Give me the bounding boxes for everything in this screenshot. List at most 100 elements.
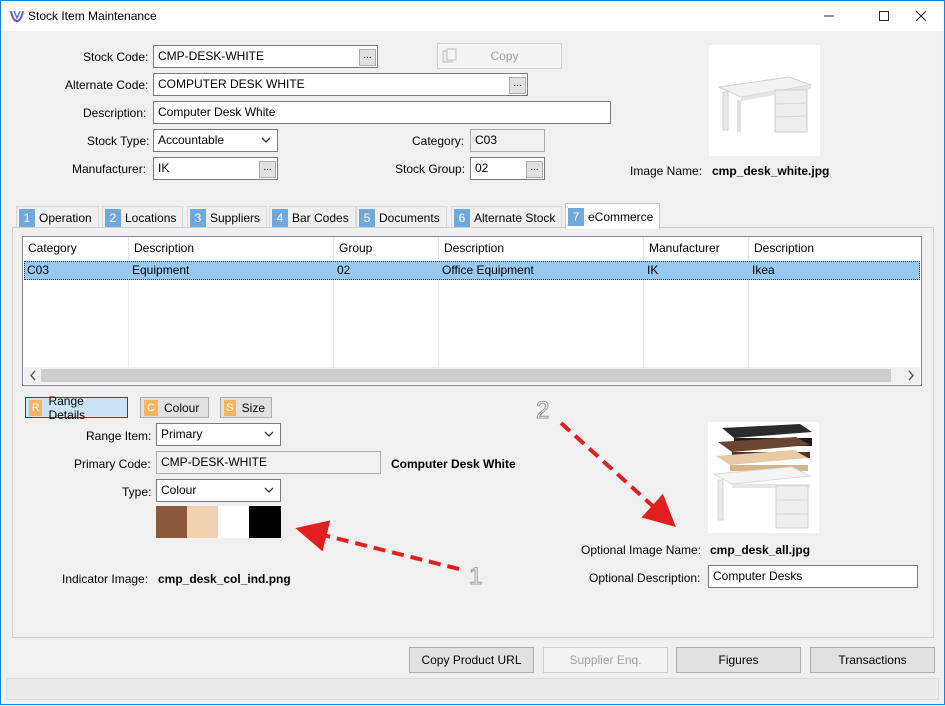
tab-bar-codes[interactable]: 4 Bar Codes [269, 206, 356, 228]
indicator-image-label: Indicator Image: [62, 572, 149, 586]
stock-code-label: Stock Code: [83, 50, 149, 64]
tab-label: Documents [379, 210, 440, 225]
tab-number: 2 [105, 208, 121, 227]
status-bar [6, 678, 939, 700]
tab-label: Bar Codes [292, 210, 349, 225]
description-label: Description: [83, 106, 147, 120]
colour-swatch-white [218, 506, 249, 538]
stock-code-lookup-button[interactable]: ... [359, 49, 376, 66]
grid-header-category[interactable]: Category [23, 237, 129, 259]
white-desk-image [717, 76, 813, 133]
chevron-down-icon [261, 137, 271, 143]
product-image [709, 45, 820, 156]
category-grid[interactable]: Category Description Group Description M… [22, 236, 922, 386]
stock-type-select[interactable]: Accountable [153, 129, 278, 152]
range-details-button[interactable]: R Range Details [25, 394, 128, 422]
transactions-button[interactable]: Transactions [810, 647, 935, 673]
tab-number: 6 [454, 208, 470, 227]
alternate-code-label: Alternate Code: [65, 78, 149, 92]
grid-header-manufacturer[interactable]: Manufacturer [644, 237, 749, 259]
colour-label: Colour [164, 400, 200, 415]
tab-number: 3 [190, 208, 206, 227]
optional-description-field[interactable]: Computer Desks [708, 565, 918, 588]
grid-header-manufacturer-description[interactable]: Description [749, 237, 921, 259]
tab-alternate-stock[interactable]: 6 Alternate Stock [451, 206, 563, 228]
primary-description: Computer Desk White [391, 457, 516, 471]
table-cell: Equipment [132, 263, 190, 277]
tab-locations[interactable]: 2 Locations [102, 206, 184, 228]
alternate-code-field[interactable]: COMPUTER DESK WHITE [153, 73, 528, 96]
image-name-value: cmp_desk_white.jpg [712, 164, 830, 178]
supplier-enquiry-button[interactable]: Supplier Enq. [543, 647, 668, 673]
description-field[interactable]: Computer Desk White [153, 101, 611, 124]
stock-code-field[interactable]: CMP-DESK-WHITE [153, 45, 378, 68]
optional-image [708, 422, 819, 533]
primary-code-field: CMP-DESK-WHITE [156, 451, 381, 474]
type-label: Type: [122, 485, 152, 499]
tab-suppliers[interactable]: 3 Suppliers [187, 206, 268, 228]
manufacturer-lookup-button[interactable]: ... [259, 161, 276, 178]
range-details-label: Range Details [48, 393, 86, 422]
tab-label: Alternate Stock [474, 210, 556, 225]
size-label: Size [241, 400, 265, 415]
table-cell: Office Equipment [442, 263, 534, 277]
table-cell: IK [647, 263, 659, 277]
stock-type-value: Accountable [158, 133, 225, 147]
tab-number: 7 [568, 207, 584, 226]
alternate-code-lookup-button[interactable]: ... [509, 77, 526, 94]
stock-type-label: Stock Type: [87, 134, 150, 148]
size-button[interactable]: S Size [220, 397, 272, 418]
tab-ecommerce[interactable]: 7 eCommerce [565, 203, 661, 229]
indicator-image-value: cmp_desk_col_ind.png [158, 572, 291, 586]
range-details-letter: R [29, 399, 43, 416]
table-cell: 02 [337, 263, 351, 277]
chevron-down-icon [264, 487, 274, 493]
tab-number: 1 [19, 208, 35, 227]
minimize-button[interactable] [806, 1, 852, 31]
tab-label: Operation [39, 210, 92, 225]
tab-label: Suppliers [210, 210, 261, 225]
table-cell: Ikea [752, 263, 775, 277]
manufacturer-label: Manufacturer: [72, 162, 147, 176]
type-value: Colour [161, 483, 197, 497]
stock-group-lookup-button[interactable]: ... [526, 161, 543, 178]
primary-code-label: Primary Code: [74, 457, 151, 471]
range-item-select[interactable]: Primary [156, 423, 281, 446]
tab-label: Locations [125, 210, 177, 225]
scroll-left-icon[interactable] [26, 367, 40, 384]
window-title: Stock Item Maintenance [28, 9, 157, 23]
category-label: Category: [412, 134, 465, 148]
tab-operation[interactable]: 1 Operation [16, 206, 99, 228]
copy-label: Copy [490, 49, 519, 63]
close-button[interactable] [898, 1, 944, 31]
optional-image-name-label: Optional Image Name: [581, 543, 702, 557]
optional-image-name-value: cmp_desk_all.jpg [710, 543, 811, 557]
scrollbar-thumb[interactable] [41, 369, 891, 382]
copy-product-url-button[interactable]: Copy Product URL [409, 647, 534, 673]
stock-item-window: Stock Item Maintenance Stock Code: CMP-D… [0, 0, 945, 705]
close-icon [916, 11, 926, 21]
stock-group-label: Stock Group: [395, 162, 466, 176]
desk-range-image [712, 424, 812, 529]
grid-header-description[interactable]: Description [129, 237, 334, 259]
app-logo-icon [10, 10, 24, 23]
title-bar: Stock Item Maintenance [1, 1, 944, 31]
tab-label: eCommerce [588, 209, 654, 224]
size-letter: S [224, 399, 236, 416]
image-name-label: Image Name: [630, 164, 703, 178]
grid-header-group-description[interactable]: Description [439, 237, 644, 259]
horizontal-scrollbar[interactable] [24, 367, 920, 384]
scroll-right-icon[interactable] [904, 367, 918, 384]
colour-button[interactable]: C Colour [140, 397, 209, 418]
type-select[interactable]: Colour [156, 479, 281, 502]
colour-swatch-black [249, 506, 281, 538]
copy-button[interactable]: Copy [437, 43, 562, 69]
table-cell: C03 [27, 263, 50, 277]
figures-button[interactable]: Figures [676, 647, 801, 673]
minimize-icon [824, 15, 834, 17]
optional-description-label: Optional Description: [589, 571, 701, 585]
chevron-down-icon [264, 431, 274, 437]
colour-swatch-beige [187, 506, 218, 538]
tab-documents[interactable]: 5 Documents [356, 206, 447, 228]
grid-header-group[interactable]: Group [334, 237, 439, 259]
